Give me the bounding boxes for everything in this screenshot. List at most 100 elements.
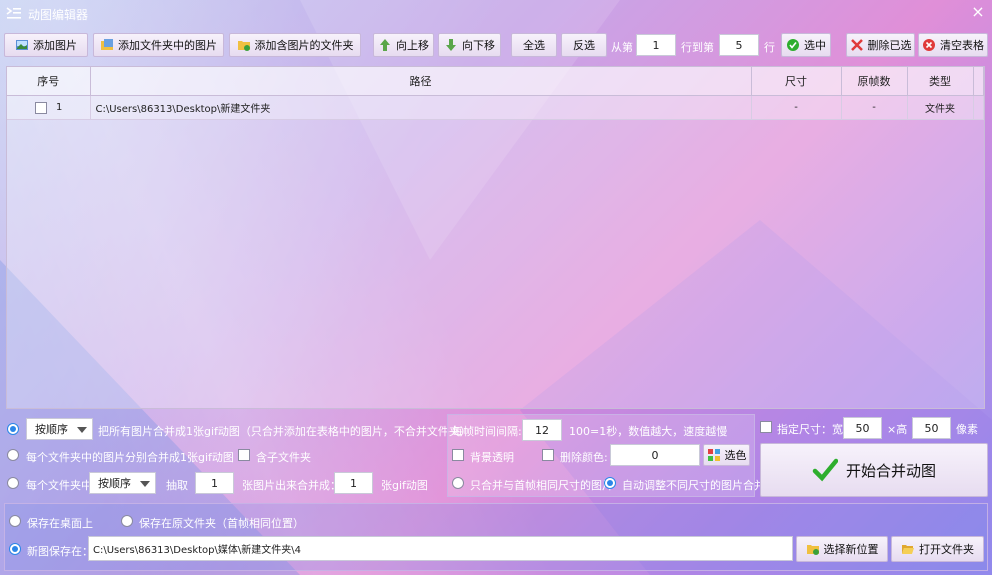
folder-add-icon xyxy=(237,38,251,52)
select-all-label: 全选 xyxy=(523,39,545,52)
start-merge-label: 开始合并动图 xyxy=(845,461,936,480)
col-header-index[interactable]: 序号 xyxy=(7,67,91,96)
same-size-only-label: 只合并与首帧相同尺寸的图片 xyxy=(470,479,613,492)
col-header-frames[interactable]: 原帧数 xyxy=(841,67,908,96)
auto-adjust-label: 自动调整不同尺寸的图片合并 xyxy=(622,479,765,492)
row-size: - xyxy=(751,95,842,120)
same-size-only-radio[interactable] xyxy=(452,477,464,489)
auto-adjust-radio[interactable] xyxy=(604,477,616,489)
merge-per-folder-radio[interactable] xyxy=(7,449,19,461)
row-index-cell: 1 xyxy=(7,95,91,120)
row-filler xyxy=(973,95,984,120)
save-new-radio[interactable] xyxy=(9,543,21,555)
arrow-up-icon xyxy=(378,38,392,52)
arrow-down-icon xyxy=(444,38,458,52)
table-row[interactable]: 1 C:\Users\86313\Desktop\新建文件夹 - - 文件夹 xyxy=(7,95,984,120)
chevron-down-icon xyxy=(140,481,150,487)
from-row-input[interactable]: 1 xyxy=(636,34,676,56)
title-bar: 动图编辑器 × xyxy=(0,0,992,26)
transparent-bg-checkbox[interactable] xyxy=(452,449,464,461)
merge-order-select[interactable]: 按顺序 xyxy=(26,418,93,440)
merge-all-radio[interactable] xyxy=(7,423,19,435)
per-merge-input[interactable]: 1 xyxy=(334,472,373,494)
row-checkbox[interactable] xyxy=(35,101,47,114)
delete-color-checkbox[interactable] xyxy=(542,449,554,461)
col-header-size[interactable]: 尺寸 xyxy=(751,67,842,96)
row-index: 1 xyxy=(56,101,63,113)
pixel-unit-label: 像素 xyxy=(956,423,978,436)
save-desktop-label: 保存在桌面上 xyxy=(27,517,93,530)
table-header: 序号 路径 尺寸 原帧数 类型 xyxy=(7,67,984,96)
pick-color-label: 选色 xyxy=(724,449,747,462)
add-image-button[interactable]: 添加图片 xyxy=(4,33,88,57)
merge-extract-prefix: 每个文件夹中 xyxy=(26,479,92,492)
choose-location-label: 选择新位置 xyxy=(823,543,879,556)
clear-table-label: 清空表格 xyxy=(940,39,984,52)
app-menu-icon[interactable] xyxy=(6,6,22,20)
open-folder-label: 打开文件夹 xyxy=(919,543,974,556)
col-header-filler xyxy=(973,67,984,96)
add-folder-images-button[interactable]: 添加文件夹中的图片 xyxy=(93,33,224,57)
save-desktop-radio[interactable] xyxy=(9,515,21,527)
per-merge-label: 张图片出来合并成： xyxy=(242,479,341,492)
folder-location-icon xyxy=(806,542,820,556)
close-icon[interactable]: × xyxy=(970,4,986,20)
from-row-label: 从第 xyxy=(611,41,633,54)
save-path-input[interactable]: C:\Users\86313\Desktop\媒体\新建文件夹\4 xyxy=(88,536,793,561)
delete-color-input[interactable]: 0 xyxy=(610,444,700,466)
take-count-input[interactable]: 1 xyxy=(195,472,234,494)
clear-circle-icon xyxy=(922,38,936,52)
interval-label: 每帧时间间隔: xyxy=(452,425,522,438)
clear-table-button[interactable]: 清空表格 xyxy=(918,33,988,57)
to-row-input[interactable]: 5 xyxy=(719,34,759,56)
folder-open-icon xyxy=(901,542,915,556)
merge-all-label: 把所有图片合并成1张gif动图（只合并添加在表格中的图片，不合并文件夹） xyxy=(98,425,471,438)
interval-input[interactable]: 12 xyxy=(522,419,562,441)
row-label: 行 xyxy=(764,41,775,54)
save-original-label: 保存在原文件夹（首帧相同位置） xyxy=(139,517,304,530)
include-subfolders-label: 含子文件夹 xyxy=(256,451,311,464)
delete-selected-label: 删除已选 xyxy=(867,39,912,52)
select-rows-label: 选中 xyxy=(804,39,826,52)
add-image-label: 添加图片 xyxy=(33,39,77,52)
col-header-type[interactable]: 类型 xyxy=(907,67,974,96)
include-subfolders-checkbox[interactable] xyxy=(238,449,250,461)
select-rows-button[interactable]: 选中 xyxy=(781,33,831,57)
big-check-icon xyxy=(812,457,838,483)
delete-x-icon xyxy=(850,38,864,52)
to-row-label: 行到第 xyxy=(681,41,714,54)
folder-image-icon xyxy=(100,38,114,52)
col-header-path[interactable]: 路径 xyxy=(90,67,752,96)
pick-color-button[interactable]: 选色 xyxy=(703,444,750,466)
invert-selection-button[interactable]: 反选 xyxy=(561,33,607,57)
add-image-folders-button[interactable]: 添加含图片的文件夹 xyxy=(229,33,361,57)
chevron-down-icon xyxy=(77,427,87,433)
open-folder-button[interactable]: 打开文件夹 xyxy=(891,536,984,562)
merge-per-folder-label: 每个文件夹中的图片分别合并成1张gif动图 xyxy=(26,451,234,464)
height-label: ×高 xyxy=(887,423,908,436)
row-frames: - xyxy=(841,95,908,120)
file-table: 序号 路径 尺寸 原帧数 类型 1 C:\Users\86313\Desktop… xyxy=(6,66,985,409)
move-up-button[interactable]: 向上移 xyxy=(373,33,434,57)
choose-location-button[interactable]: 选择新位置 xyxy=(796,536,888,562)
merge-extract-radio[interactable] xyxy=(7,477,19,489)
image-add-icon xyxy=(15,38,29,52)
width-input[interactable]: 50 xyxy=(843,417,882,439)
delete-selected-button[interactable]: 删除已选 xyxy=(846,33,915,57)
move-down-label: 向下移 xyxy=(462,39,495,52)
start-merge-button[interactable]: 开始合并动图 xyxy=(760,443,988,497)
select-all-button[interactable]: 全选 xyxy=(511,33,557,57)
save-original-radio[interactable] xyxy=(121,515,133,527)
save-new-label: 新图保存在： xyxy=(27,545,93,558)
extract-order-value: 按顺序 xyxy=(98,477,131,490)
take-label: 抽取 xyxy=(166,479,188,492)
move-down-button[interactable]: 向下移 xyxy=(438,33,501,57)
palette-icon xyxy=(707,448,721,462)
specify-size-checkbox[interactable] xyxy=(760,421,772,433)
height-input[interactable]: 50 xyxy=(912,417,951,439)
extract-order-select[interactable]: 按顺序 xyxy=(89,472,156,494)
check-circle-icon xyxy=(786,38,800,52)
transparent-bg-label: 背景透明 xyxy=(470,451,514,464)
row-type: 文件夹 xyxy=(907,95,974,120)
add-image-folders-label: 添加含图片的文件夹 xyxy=(254,39,354,52)
